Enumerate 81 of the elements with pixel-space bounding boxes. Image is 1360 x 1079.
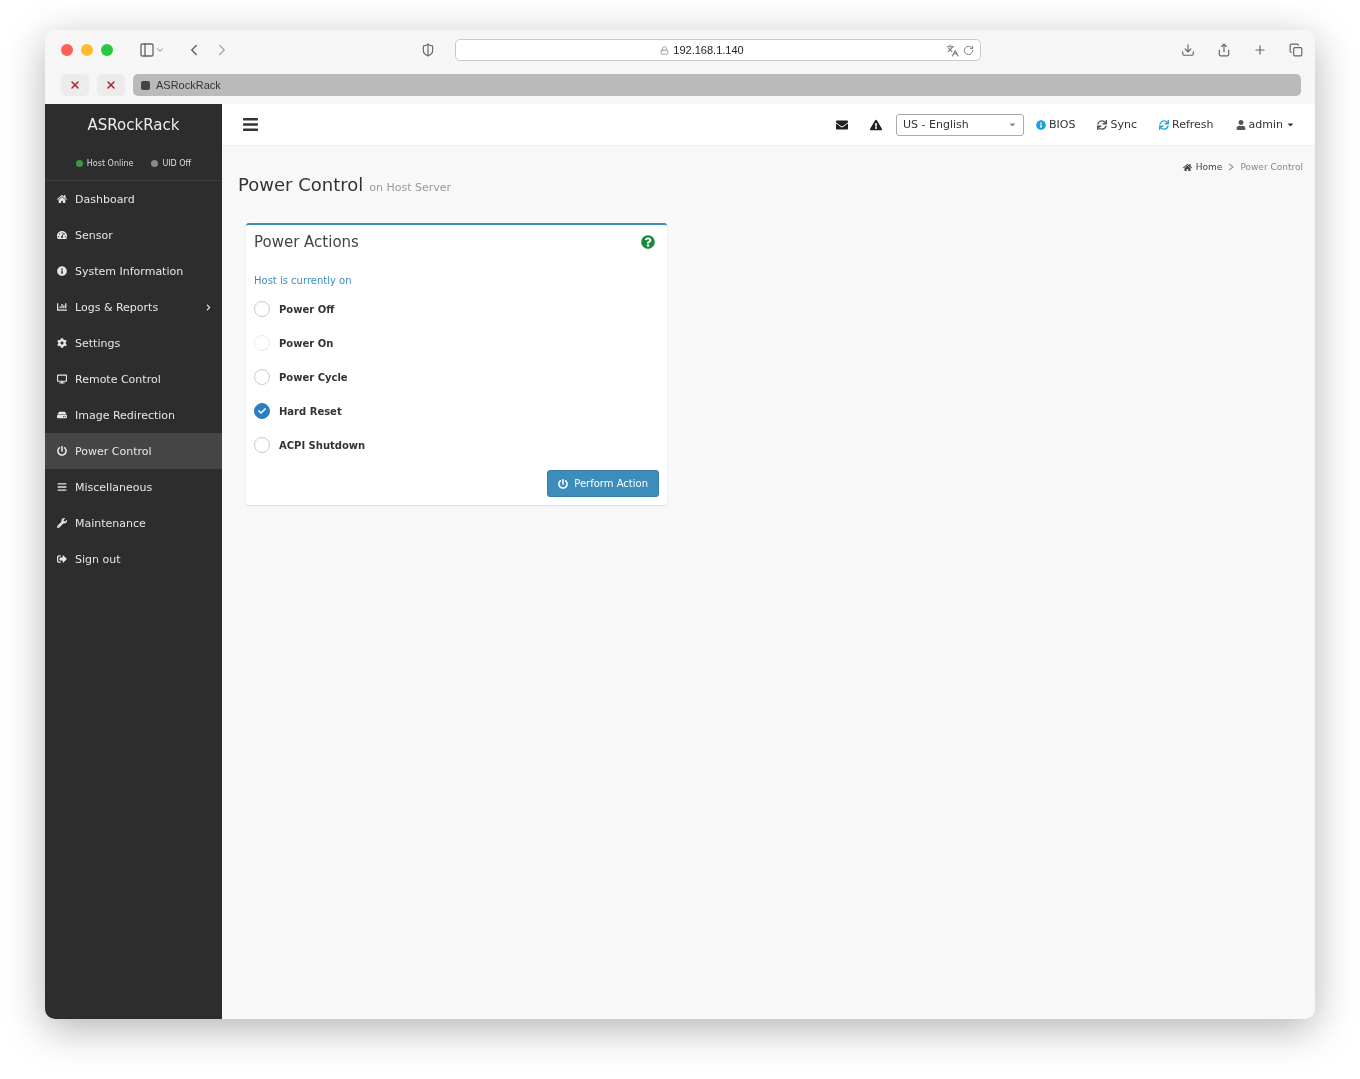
chevron-right-icon — [205, 303, 212, 311]
reload-icon[interactable] — [963, 44, 974, 56]
browser-tab[interactable]: ASRockRack — [133, 74, 1301, 96]
sidebar-item[interactable]: Miscellaneous — [45, 469, 222, 505]
sidebar-toggle-button[interactable] — [139, 42, 165, 58]
zoom-window-button[interactable] — [101, 44, 113, 56]
monitor-icon — [57, 374, 67, 384]
home-icon — [57, 194, 67, 204]
chevron-right-icon — [1228, 163, 1235, 171]
share-icon[interactable] — [1217, 43, 1231, 57]
status-label: UID Off — [162, 158, 192, 168]
pinned-tab[interactable] — [61, 74, 89, 96]
sidebar-item[interactable]: Logs & Reports — [45, 289, 222, 325]
close-window-button[interactable] — [61, 44, 73, 56]
new-tab-icon[interactable] — [1253, 43, 1267, 57]
navbar-link[interactable]: Sync — [1097, 118, 1137, 131]
sign-out-icon — [57, 554, 67, 564]
user-menu[interactable]: admin — [1235, 118, 1295, 131]
address-bar[interactable]: 192.168.1.140 — [455, 39, 981, 61]
language-select[interactable]: US - English — [896, 113, 1025, 136]
radio-option[interactable]: Power Cycle — [254, 360, 659, 394]
address-text: 192.168.1.140 — [673, 44, 744, 56]
user-icon — [1235, 119, 1246, 130]
page-title: Power Control — [238, 174, 364, 195]
status-label: Host Online — [86, 158, 134, 168]
tabs-overview-icon[interactable] — [1289, 43, 1303, 57]
panel-title: Power Actions — [254, 233, 359, 251]
breadcrumb-link[interactable]: Home — [1182, 162, 1223, 172]
caret-icon — [1008, 120, 1018, 129]
pinned-tab[interactable] — [97, 74, 125, 96]
menu-icon — [57, 482, 67, 492]
caret-icon — [1286, 120, 1295, 129]
power-icon — [57, 446, 67, 456]
gauge-icon — [57, 230, 67, 240]
breadcrumb-link[interactable]: Power Control — [1240, 162, 1303, 172]
wrench-icon — [57, 518, 67, 528]
sync-icon — [1097, 119, 1108, 130]
radio-option[interactable]: Power Off — [254, 292, 659, 326]
info-icon — [1036, 119, 1047, 130]
radio-option[interactable]: ACPI Shutdown — [254, 428, 659, 462]
mail-icon[interactable] — [836, 118, 849, 131]
bar-chart-icon — [57, 302, 67, 312]
download-icon[interactable] — [1181, 43, 1195, 57]
power-icon — [558, 478, 569, 489]
sidebar-item[interactable]: Sign out — [45, 541, 222, 577]
shield-icon[interactable] — [421, 43, 435, 57]
chevron-down-icon — [155, 45, 165, 55]
help-icon[interactable] — [641, 235, 655, 249]
drive-icon — [57, 410, 67, 420]
translate-icon[interactable] — [946, 43, 959, 57]
info-icon — [57, 266, 67, 276]
radio-button[interactable] — [254, 403, 270, 419]
refresh-icon — [1159, 119, 1169, 130]
home-icon — [1182, 162, 1192, 172]
radio-button[interactable] — [254, 301, 270, 317]
warning-icon[interactable] — [870, 118, 883, 131]
sidebar-item[interactable]: Maintenance — [45, 505, 222, 541]
menu-toggle-button[interactable] — [242, 116, 259, 133]
gear-icon — [57, 338, 67, 348]
cross-icon — [105, 79, 117, 91]
perform-action-button[interactable]: Perform Action — [547, 470, 659, 497]
page-subtitle: on Host Server — [369, 181, 452, 194]
sidebar-item[interactable]: Sensor — [45, 217, 222, 253]
radio-button[interactable] — [254, 437, 270, 453]
radio-option[interactable]: Hard Reset — [254, 394, 659, 428]
sidebar-item[interactable]: Settings — [45, 325, 222, 361]
check-icon — [258, 407, 266, 415]
cross-icon — [69, 79, 81, 91]
sidebar-item[interactable]: Power Control — [45, 433, 222, 469]
sidebar-item[interactable]: Image Redirection — [45, 397, 222, 433]
sidebar-item[interactable]: Remote Control — [45, 361, 222, 397]
brand-name: ASRockRack — [86, 115, 181, 136]
sidebar-icon — [139, 42, 155, 58]
sidebar-item[interactable]: System Information — [45, 253, 222, 289]
navbar-link[interactable]: BIOS — [1036, 118, 1076, 131]
navbar-link[interactable]: Refresh — [1159, 118, 1214, 131]
sidebar-item[interactable]: Dashboard — [45, 181, 222, 217]
favicon-icon — [141, 80, 150, 90]
lock-icon — [660, 45, 670, 55]
radio-button[interactable] — [254, 369, 270, 385]
host-status: Host is currently on — [254, 275, 353, 286]
